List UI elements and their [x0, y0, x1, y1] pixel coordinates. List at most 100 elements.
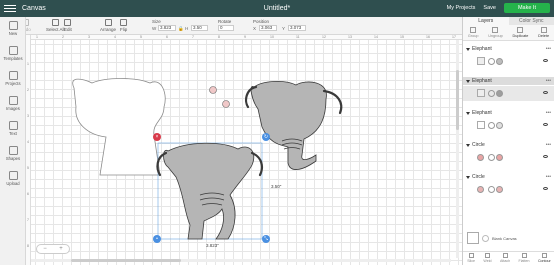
height-label: H	[185, 26, 189, 31]
design-canvas[interactable]: × ↻ • ⤡ 3.50" 3.823"	[26, 35, 462, 265]
contour-button[interactable]: Contour	[538, 252, 551, 265]
lock-icon[interactable]: 🔒	[178, 26, 184, 32]
tab-layers[interactable]: Layers	[463, 17, 509, 25]
y-position-field[interactable]: 3.073	[288, 25, 306, 31]
ungroup-icon	[492, 27, 499, 33]
layer-row[interactable]	[463, 150, 554, 165]
sidebar-item-projects[interactable]: Projects	[0, 71, 26, 86]
group-button[interactable]: Group	[468, 25, 478, 40]
eye-icon[interactable]	[543, 59, 548, 62]
more-icon[interactable]: •••	[546, 45, 551, 53]
image-icon	[8, 96, 18, 105]
weld-icon	[484, 253, 490, 258]
elephant-head-shape[interactable]	[250, 81, 327, 170]
elephant-selected-shape[interactable]	[163, 142, 255, 240]
shirt-icon	[8, 46, 18, 55]
delete-handle-icon[interactable]: ×	[153, 133, 161, 141]
layer-group-header[interactable]: Circle •••	[463, 141, 554, 149]
linetype-icon[interactable]	[488, 154, 495, 161]
save-link[interactable]: Save	[483, 5, 496, 11]
tab-color-sync[interactable]: Color Sync	[508, 17, 554, 25]
lock-handle-icon[interactable]: •	[153, 235, 161, 243]
menu-icon[interactable]	[4, 5, 16, 12]
flatten-button[interactable]: Flatten	[519, 252, 530, 265]
zoom-out-button[interactable]: −	[43, 246, 47, 252]
flip-icon	[120, 19, 128, 26]
scale-handle-icon[interactable]: ⤡	[262, 235, 270, 243]
layer-group-header[interactable]: Circle •••	[463, 173, 554, 181]
edit-icon	[64, 19, 72, 26]
rotate-handle-icon[interactable]: ↻	[262, 133, 270, 141]
sidebar-item-images[interactable]: Images	[0, 96, 26, 111]
linetype-icon[interactable]	[488, 90, 495, 97]
ruler-left: 1 2 3 4 5 6 7 8	[26, 35, 31, 265]
more-icon[interactable]: •••	[546, 141, 551, 149]
arrange-button[interactable]: Arrange	[100, 19, 116, 32]
y-label: Y	[282, 26, 286, 31]
layer-row[interactable]	[463, 54, 554, 69]
linetype-icon[interactable]	[488, 122, 495, 129]
layer-color-swatch[interactable]	[496, 186, 503, 193]
sidebar-item-templates[interactable]: Templates	[0, 46, 26, 61]
layer-group-header[interactable]: Elephant •••	[463, 77, 554, 85]
small-circle-shape[interactable]	[222, 100, 230, 108]
select-all-button[interactable]: Select All	[46, 19, 65, 32]
eye-icon[interactable]	[543, 91, 548, 94]
layer-color-swatch[interactable]	[496, 122, 503, 129]
layer-color-swatch[interactable]	[496, 58, 503, 65]
size-label: Size	[152, 19, 161, 24]
more-icon[interactable]: •••	[546, 109, 551, 117]
layer-group-header[interactable]: Elephant •••	[463, 109, 554, 117]
zoom-control: − +	[36, 244, 70, 254]
more-icon[interactable]: •••	[546, 77, 551, 85]
blank-canvas-row[interactable]: Blank Canvas	[467, 231, 553, 245]
eye-icon[interactable]	[543, 123, 548, 126]
sidebar-item-upload[interactable]: Upload	[0, 171, 26, 186]
linetype-icon[interactable]	[488, 58, 495, 65]
layer-row[interactable]	[463, 182, 554, 197]
delete-button[interactable]: Delete	[538, 25, 549, 40]
layer-row[interactable]	[463, 86, 554, 101]
slice-button[interactable]: Slice	[467, 252, 475, 265]
vertical-scrollbar[interactable]	[456, 40, 459, 258]
elephant-outline-shape[interactable]	[72, 78, 166, 176]
edit-button[interactable]: Edit	[64, 19, 72, 32]
small-circle-shape[interactable]	[209, 86, 217, 94]
chevron-down-icon	[466, 176, 470, 179]
linetype-icon[interactable]	[488, 186, 495, 193]
canvas-artwork	[72, 78, 343, 240]
zoom-in-button[interactable]: +	[59, 246, 63, 252]
layer-color-swatch[interactable]	[496, 90, 503, 97]
layer-thumbnail	[477, 57, 485, 65]
width-field[interactable]: 3.823	[158, 25, 176, 31]
x-position-field[interactable]: 3.063	[259, 25, 277, 31]
horizontal-scrollbar[interactable]	[31, 259, 451, 262]
ungroup-button[interactable]: Ungroup	[488, 25, 503, 40]
ruler-top: 1 2 3 4 5 6 7 8 9 10 11 12 13 14 15 16 1…	[26, 35, 462, 40]
layer-row[interactable]	[463, 118, 554, 133]
attach-icon	[502, 253, 508, 258]
height-field[interactable]: 3.50	[191, 25, 208, 31]
sidebar-item-shapes[interactable]: Shapes	[0, 146, 26, 161]
top-bar: Canvas Untitled* My Projects Save Make I…	[0, 0, 554, 17]
my-projects-link[interactable]: My Projects	[447, 5, 476, 11]
make-it-button[interactable]: Make It	[503, 3, 550, 13]
eye-icon[interactable]	[543, 187, 548, 190]
sidebar-item-text[interactable]: Text	[0, 121, 26, 136]
canvas-color-swatch[interactable]	[467, 232, 479, 244]
eye-icon[interactable]	[543, 155, 548, 158]
more-icon[interactable]: •••	[546, 173, 551, 181]
duplicate-button[interactable]: Duplicate	[513, 25, 528, 40]
flip-button[interactable]: Flip	[120, 19, 127, 32]
layer-color-swatch[interactable]	[496, 154, 503, 161]
sidebar-item-new[interactable]: New	[0, 21, 26, 36]
position-label: Position	[253, 19, 270, 24]
attach-button[interactable]: Attach	[500, 252, 510, 265]
text-icon	[8, 121, 18, 130]
slice-icon	[468, 253, 474, 258]
contour-icon	[541, 253, 547, 258]
layer-group-header[interactable]: Elephant •••	[463, 45, 554, 53]
rotate-field[interactable]: 0	[218, 25, 234, 31]
trash-icon	[540, 27, 547, 33]
weld-button[interactable]: Weld	[483, 252, 492, 265]
